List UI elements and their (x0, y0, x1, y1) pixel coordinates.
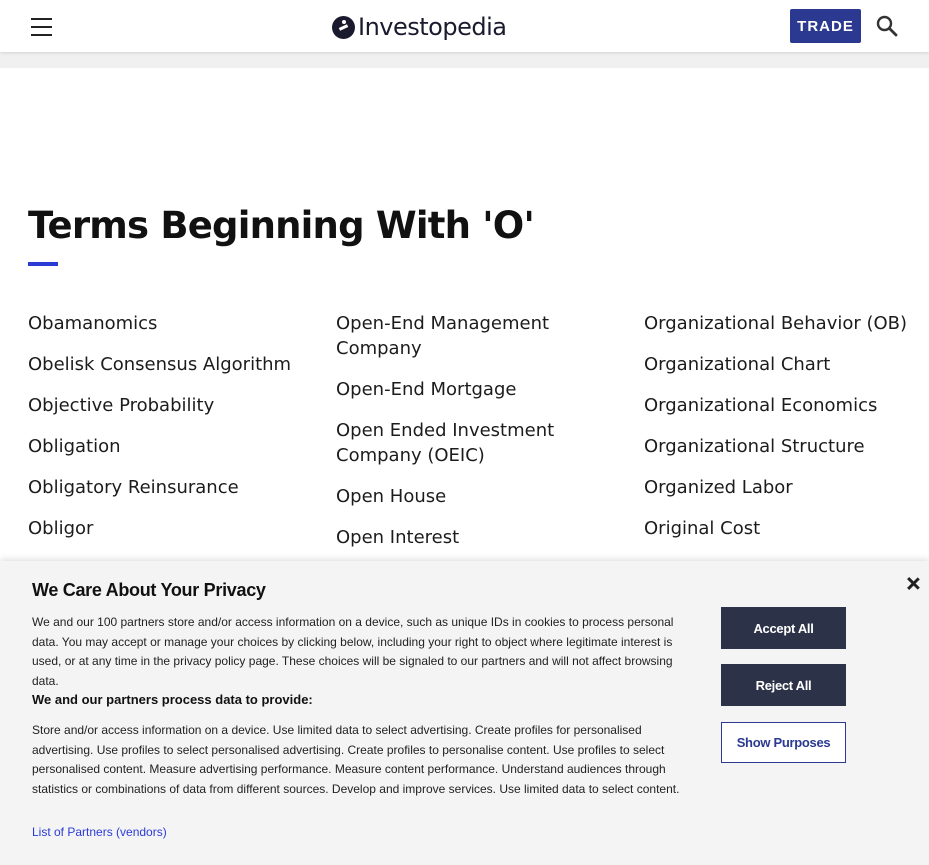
ad-strip (0, 52, 929, 68)
accept-all-button[interactable]: Accept All (721, 607, 846, 649)
partners-link[interactable]: List of Partners (vendors) (32, 825, 167, 839)
trade-button[interactable]: TRADE (790, 9, 861, 43)
logo-text: Investopedia (358, 13, 507, 41)
hamburger-menu-icon[interactable] (30, 15, 54, 37)
term-link[interactable]: Open House (336, 484, 601, 509)
site-logo[interactable]: Investopedia (332, 11, 507, 43)
logo-mark-icon (332, 15, 355, 39)
privacy-purposes-text: Store and/or access information on a dev… (32, 723, 680, 796)
privacy-banner: We Care About Your Privacy We and our 10… (0, 561, 929, 865)
term-link[interactable]: Organized Labor (644, 475, 924, 500)
term-link[interactable]: Obelisk Consensus Algorithm (28, 352, 293, 377)
term-link[interactable]: Obligatory Reinsurance (28, 475, 293, 500)
privacy-title: We Care About Your Privacy (32, 580, 266, 600)
search-icon[interactable] (876, 15, 898, 37)
title-underline (28, 262, 58, 266)
term-link[interactable]: Open-End Management Company (336, 311, 601, 361)
site-header: Investopedia TRADE (0, 0, 929, 52)
reject-all-button[interactable]: Reject All (721, 664, 846, 706)
term-link[interactable]: Obligor (28, 516, 293, 541)
term-link[interactable]: Organizational Economics (644, 393, 924, 418)
close-icon[interactable] (905, 576, 921, 592)
privacy-body: We and our 100 partners store and/or acc… (32, 615, 674, 688)
terms-column-1: Obamanomics Obelisk Consensus Algorithm … (28, 311, 293, 557)
term-link[interactable]: Obamanomics (28, 311, 293, 336)
term-link[interactable]: Organizational Chart (644, 352, 924, 377)
term-link[interactable]: Objective Probability (28, 393, 293, 418)
privacy-subhead: We and our partners process data to prov… (32, 692, 313, 707)
terms-column-2: Open-End Management Company Open-End Mor… (336, 311, 601, 566)
term-link[interactable]: Open-End Mortgage (336, 377, 601, 402)
term-link[interactable]: Obligation (28, 434, 293, 459)
terms-column-3: Organizational Behavior (OB) Organizatio… (644, 311, 924, 557)
term-link[interactable]: Original Cost (644, 516, 924, 541)
term-link[interactable]: Open Ended Investment Company (OEIC) (336, 418, 601, 468)
page-title: Terms Beginning With 'O' (28, 204, 535, 247)
term-link[interactable]: Open Interest (336, 525, 601, 550)
term-link[interactable]: Organizational Structure (644, 434, 924, 459)
term-link[interactable]: Organizational Behavior (OB) (644, 311, 924, 336)
show-purposes-button[interactable]: Show Purposes (721, 722, 846, 763)
